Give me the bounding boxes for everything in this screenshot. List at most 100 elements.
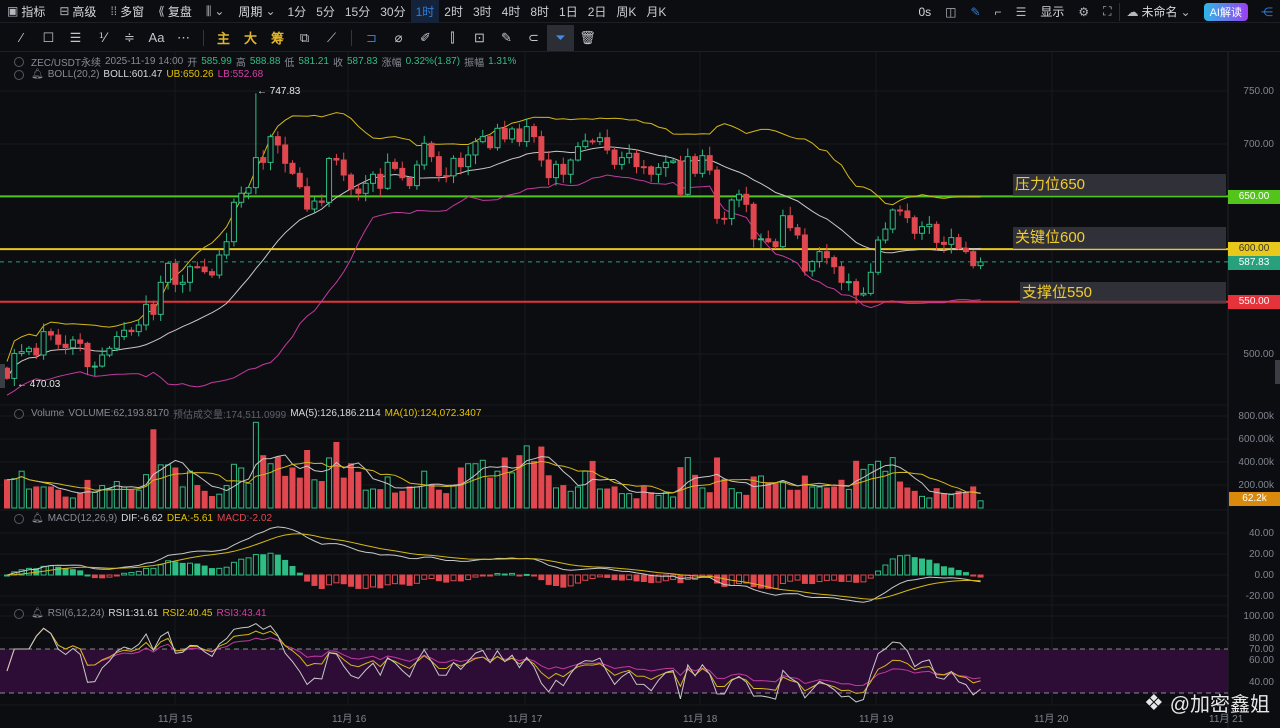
candle-down: [831, 257, 838, 268]
macd-histogram-bar: [296, 572, 303, 576]
volume-bar-down: [435, 489, 442, 509]
volume-bar-up: [143, 474, 150, 509]
volume-bar-down: [853, 460, 860, 509]
last-price-badge: 587.83: [1228, 256, 1280, 270]
volume-bar-up: [40, 486, 47, 509]
candle-down: [457, 157, 464, 168]
bell-icon[interactable]: 🔔︎: [31, 513, 44, 524]
volume-bar-up: [670, 496, 677, 509]
candle-up: [574, 146, 581, 161]
candle-down: [428, 142, 435, 158]
candle-down: [853, 281, 860, 296]
macd-histogram-bar: [882, 564, 889, 576]
macd-histogram-bar: [538, 574, 545, 581]
macd-histogram-bar: [91, 574, 98, 579]
candle-up: [362, 182, 369, 194]
volume-bar-up: [413, 486, 420, 509]
candle-down: [787, 215, 794, 229]
macd-histogram-bar: [223, 566, 230, 576]
macd-histogram-bar: [282, 559, 289, 576]
collapse-icon[interactable]: [14, 56, 24, 67]
macd-histogram-bar: [318, 574, 325, 589]
time-tick: 11月 15: [158, 714, 193, 725]
macd-histogram-bar: [494, 573, 501, 576]
candle-down: [304, 186, 311, 210]
candle-up: [926, 223, 933, 228]
volume-bar-up: [779, 482, 786, 509]
candle-down: [318, 200, 325, 203]
candle-up: [311, 200, 318, 210]
candle-up: [465, 154, 472, 168]
volume-bar-up: [238, 467, 245, 509]
macd-histogram-bar: [633, 574, 640, 582]
macd-histogram-bar: [626, 574, 633, 581]
macd-histogram-bar: [99, 574, 106, 579]
volume-bar-up: [567, 490, 574, 509]
volume-bar-up: [919, 495, 925, 509]
candle-down: [77, 339, 84, 344]
macd-histogram-bar: [413, 574, 420, 584]
collapse-icon[interactable]: [14, 608, 24, 619]
volume-bar-down: [33, 486, 40, 509]
resistance-badge: 650.00: [1228, 190, 1280, 204]
volume-bar-down: [545, 475, 552, 509]
collapse-icon[interactable]: [14, 513, 24, 524]
right-scroll-handle[interactable]: [1275, 360, 1280, 384]
macd-histogram-bar: [348, 574, 355, 587]
collapse-icon[interactable]: [14, 69, 24, 80]
macd-histogram-bar: [736, 574, 742, 585]
volume-bar-up: [509, 472, 516, 509]
volume-bar-down: [838, 479, 845, 509]
bell-icon[interactable]: 🔔︎: [31, 608, 44, 619]
macd-histogram-bar: [340, 574, 347, 585]
candle-down: [560, 163, 567, 175]
macd-histogram-bar: [523, 573, 530, 576]
candle-up: [421, 142, 428, 166]
volume-bar-up: [91, 491, 98, 509]
candle-down: [648, 166, 655, 175]
candle-down: [377, 173, 384, 189]
macd-histogram-bar: [157, 564, 164, 576]
candle-up: [450, 157, 457, 177]
volume-bar-down: [589, 460, 596, 509]
macd-histogram-bar: [604, 574, 611, 578]
volume-bar-down: [794, 489, 801, 509]
bell-icon[interactable]: 🔔︎: [31, 69, 44, 80]
rsi-info: 🔔︎ RSI(6,12,24) RSI1:31.61 RSI2:40.45 RS…: [14, 608, 267, 619]
macd-histogram-bar: [567, 574, 574, 587]
candle-down: [633, 152, 640, 168]
volume-bar-down: [333, 441, 340, 509]
candle-down: [443, 175, 450, 178]
volume-bar-up: [882, 470, 889, 509]
macd-histogram-bar: [208, 568, 215, 576]
candle-up: [106, 347, 113, 356]
candle-up: [11, 352, 18, 379]
volume-bar-up: [809, 486, 816, 509]
macd-histogram-bar: [465, 574, 472, 581]
macd-histogram-bar: [553, 574, 559, 587]
resistance-label[interactable]: 压力位650: [1013, 174, 1226, 196]
volume-badge: 62.2k: [1229, 492, 1280, 506]
volume-bar-down: [260, 455, 267, 509]
macd-histogram-bar: [355, 574, 362, 589]
volume-bar-down: [714, 457, 721, 509]
candle-down: [201, 266, 208, 273]
support-label[interactable]: 支撑位550: [1020, 282, 1226, 304]
macd-histogram-bar: [772, 574, 779, 589]
volume-tick: 800.00k: [1238, 411, 1274, 422]
candle-up: [567, 159, 574, 175]
macd-histogram-bar: [406, 574, 413, 586]
collapse-icon[interactable]: [14, 408, 24, 419]
volume-bar-up: [362, 489, 369, 509]
volume-bar-down: [274, 456, 281, 509]
macd-histogram-bar: [596, 574, 603, 578]
candle-down: [838, 266, 845, 283]
macd-histogram-bar: [640, 574, 647, 583]
key-level-label[interactable]: 关键位600: [1013, 227, 1226, 249]
volume-bar-down: [62, 496, 69, 509]
macd-histogram-bar: [252, 554, 259, 576]
macd-tick: -20.00: [1245, 591, 1274, 602]
left-scroll-handle[interactable]: [0, 364, 5, 388]
candle-down: [677, 160, 684, 195]
rsi-tick: 40.00: [1248, 677, 1274, 688]
